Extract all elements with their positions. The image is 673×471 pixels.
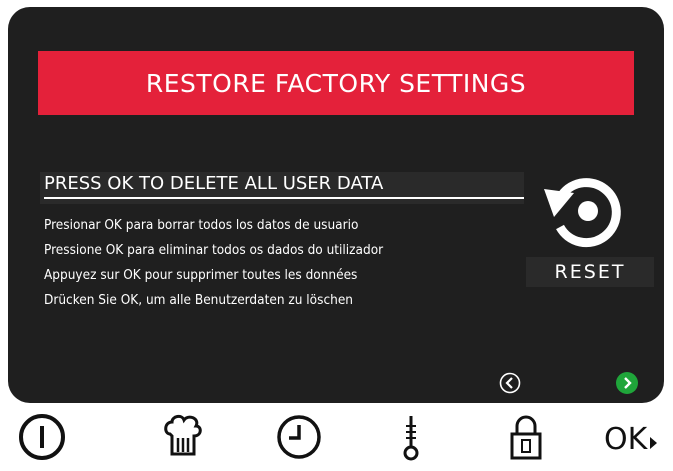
page-title: RESTORE FACTORY SETTINGS — [145, 68, 527, 98]
lock-icon[interactable] — [506, 412, 546, 462]
title-banner: RESTORE FACTORY SETTINGS — [38, 51, 634, 115]
reset-icon[interactable] — [536, 169, 628, 253]
reset-label: RESET — [554, 261, 626, 283]
arrow-right-icon — [650, 437, 658, 449]
thermometer-icon[interactable] — [396, 412, 426, 462]
instruction-portuguese: Pressione OK para eliminar todos os dado… — [44, 242, 384, 258]
display-screen: RESTORE FACTORY SETTINGS PRESS OK TO DEL… — [8, 7, 664, 403]
ok-button[interactable]: OK — [604, 420, 658, 460]
chef-hat-icon[interactable] — [160, 412, 204, 462]
translated-instructions: Presionar OK para borrar todos los datos… — [44, 213, 524, 313]
instruction-spanish: Presionar OK para borrar todos los datos… — [44, 217, 359, 233]
power-icon[interactable] — [14, 412, 70, 462]
instruction-german: Drücken Sie OK, um alle Benutzerdaten zu… — [44, 292, 353, 308]
chevron-left-icon[interactable] — [499, 372, 521, 394]
delete-instruction-headline: PRESS OK TO DELETE ALL USER DATA — [44, 173, 524, 199]
ok-label: OK — [604, 422, 648, 457]
chevron-right-icon[interactable] — [616, 372, 638, 394]
clock-icon[interactable] — [275, 412, 323, 462]
reset-button[interactable]: RESET — [526, 257, 654, 287]
instruction-french: Appuyez sur OK pour supprimer toutes les… — [44, 267, 358, 283]
